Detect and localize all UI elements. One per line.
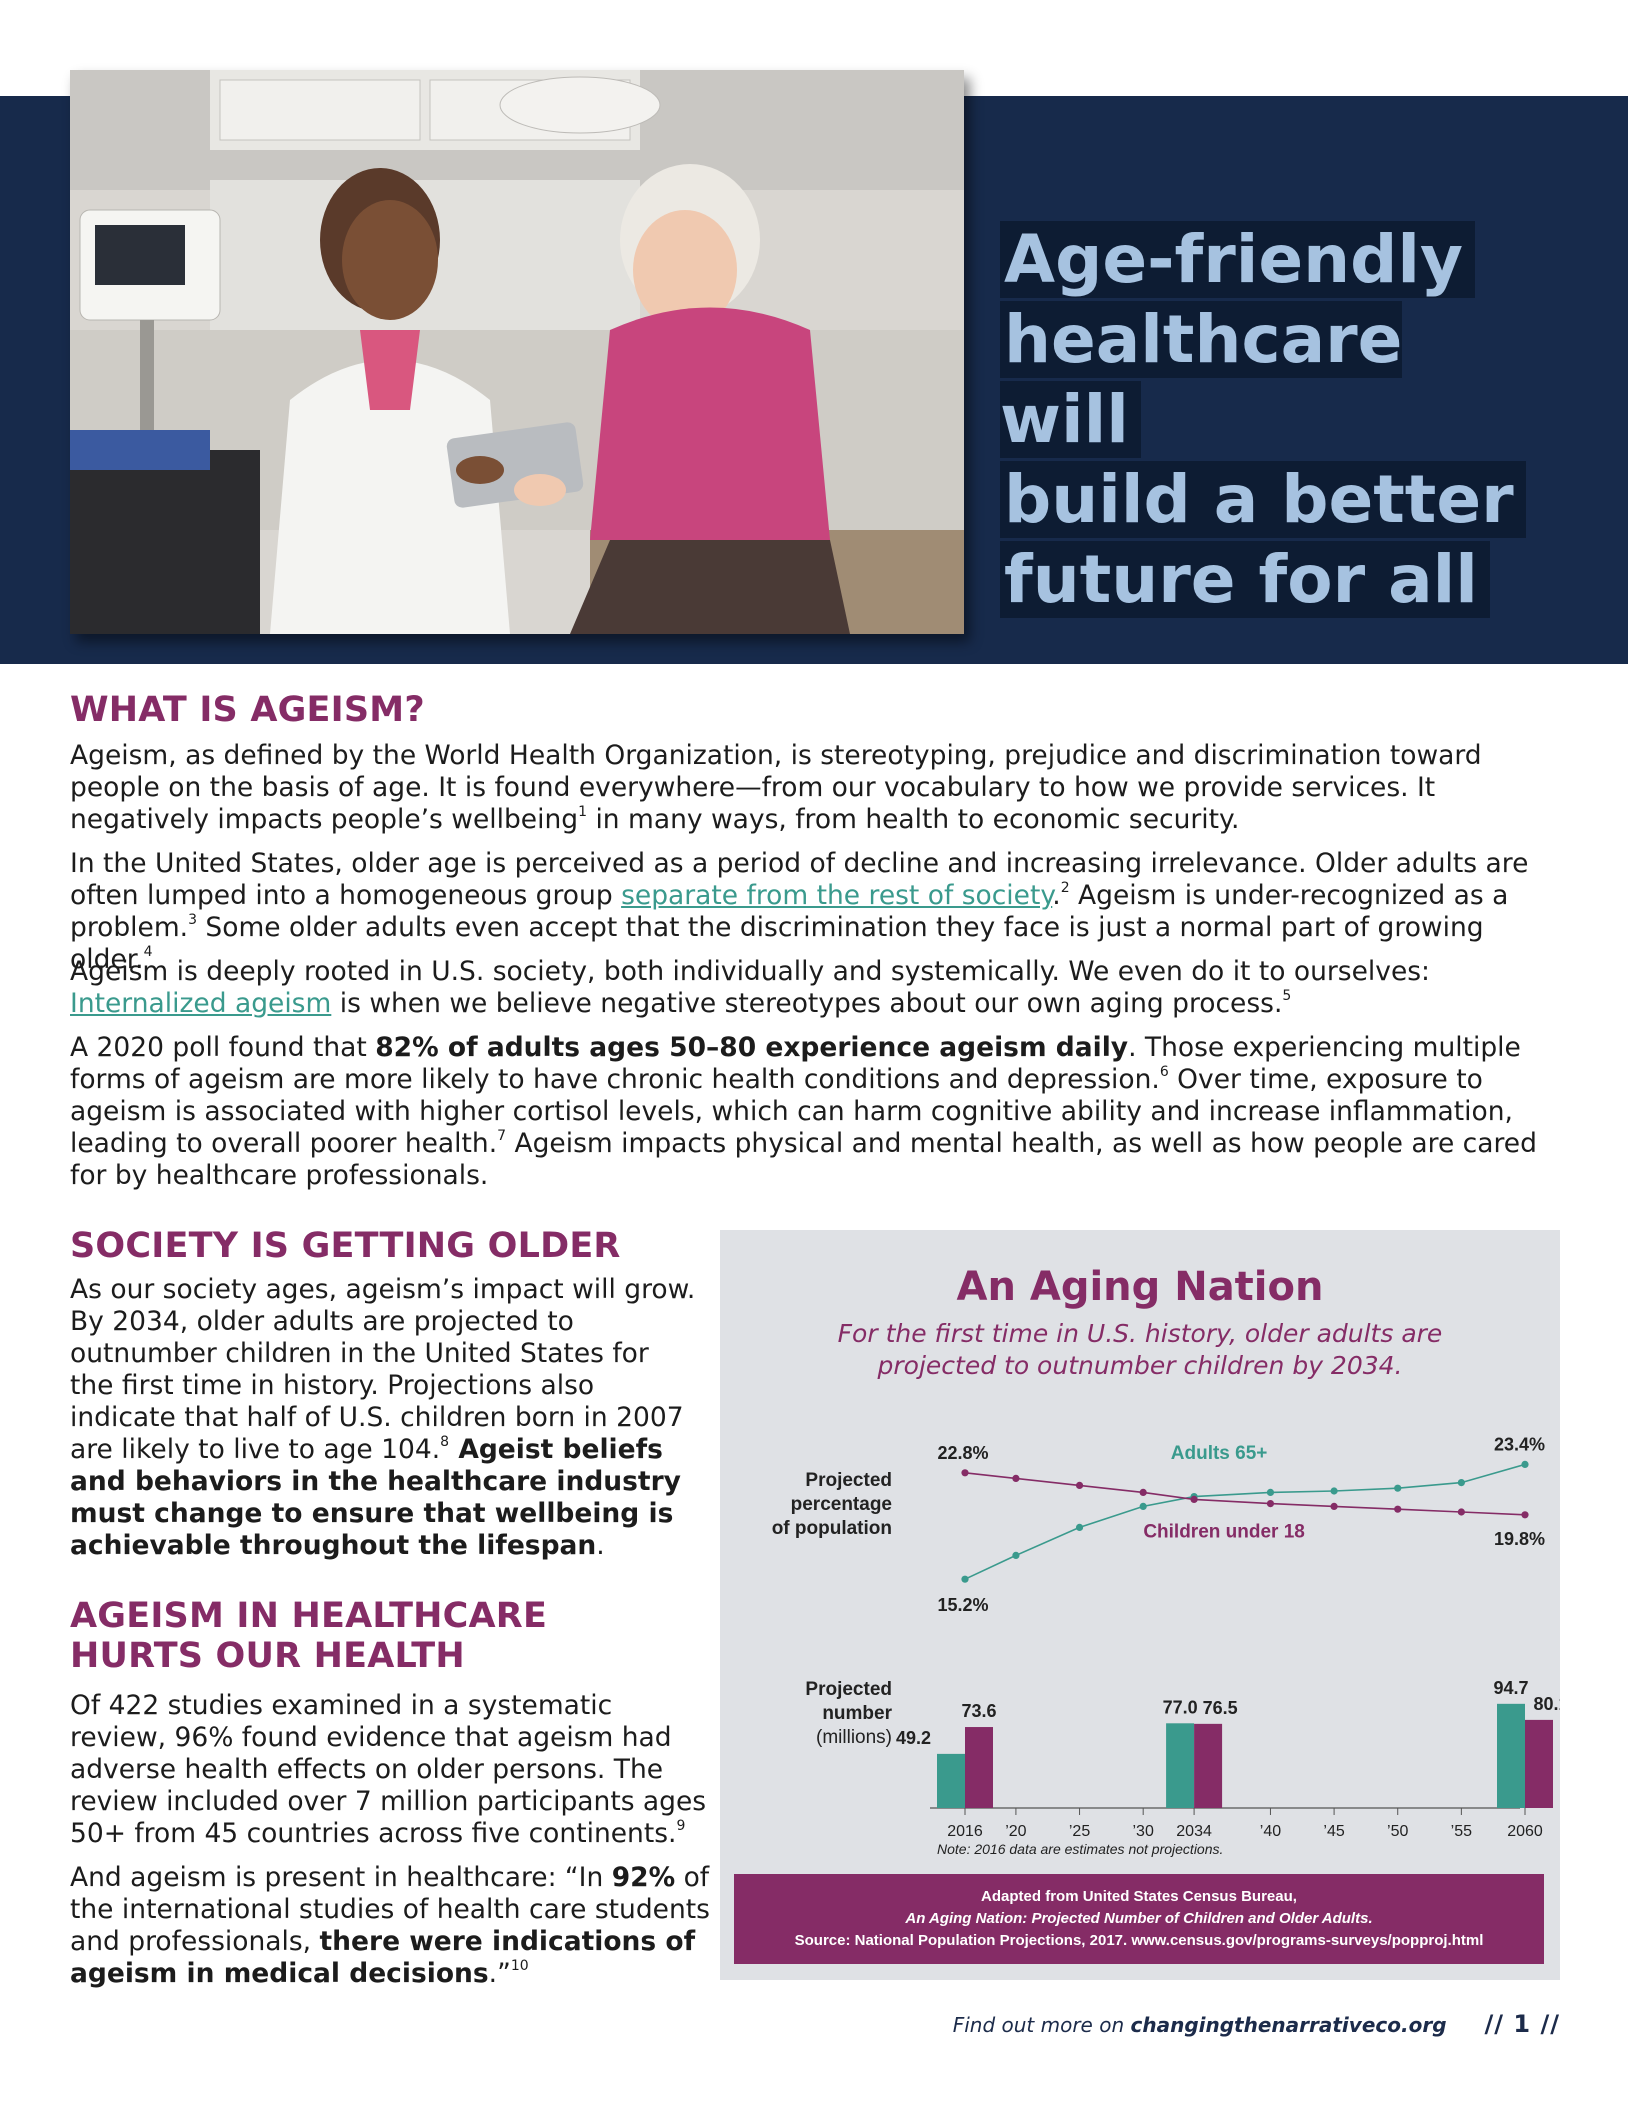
line-ylabel: percentage (791, 1494, 892, 1515)
bar-ylabel: Projected (805, 1679, 892, 1700)
adults-65-point (1521, 1460, 1529, 1468)
hero-title-line: healthcare will (1000, 301, 1403, 458)
adults-65-point (1266, 1488, 1275, 1496)
page-number: // 1 // (1484, 2010, 1560, 2038)
chart-plot-area: Projected percentage of population 23.4% 19.… (772, 1434, 1560, 1857)
line-ylabel: of population (772, 1518, 892, 1539)
source-line: Source: National Population Projections,… (794, 1932, 1484, 1949)
chart-source-box: Adapted from United States Census Bureau… (734, 1874, 1544, 1964)
hero-title-line: Age-friendly (1000, 221, 1476, 298)
footer: Find out more on changingthenarrativeco.… (953, 2010, 1560, 2038)
children-end-label: 19.8% (1494, 1529, 1545, 1549)
healthcare-hurts-heading: AGEISM IN HEALTHCARE HURTS OUR HEALTH (70, 1596, 548, 1676)
children-point (1190, 1495, 1198, 1503)
healthcare-hurts-paragraph-1: Of 422 studies examined in a systematic … (70, 1690, 707, 1849)
adults-bar-label: 49.2 (896, 1728, 931, 1748)
bar-axis-tick-label: 2016 (947, 1823, 983, 1840)
adults-bar (1497, 1703, 1525, 1808)
adults-65-point (1012, 1551, 1020, 1559)
bar-ylabel: (millions) (816, 1727, 892, 1748)
children-point (1075, 1481, 1084, 1489)
children-series-label: Children under 18 (1143, 1522, 1305, 1543)
children-bar (1194, 1723, 1223, 1808)
children-point (1139, 1488, 1147, 1496)
aging-nation-chart: An Aging Nation For the first time in U.… (720, 1230, 1560, 1980)
hero-photo-doctor-with-patient (70, 70, 964, 634)
adults-65-point (1075, 1523, 1084, 1531)
adults-65-point (1394, 1484, 1402, 1492)
adults-65-point (1139, 1502, 1147, 1510)
adults-65-point (961, 1575, 969, 1583)
hero-title-line: future for all (1000, 541, 1490, 618)
children-point (1330, 1502, 1338, 1510)
society-older-paragraph: As our society ages, ageism’s impact wil… (70, 1274, 696, 1561)
children-point (1394, 1505, 1402, 1513)
source-line: An Aging Nation: Projected Number of Chi… (905, 1910, 1373, 1927)
bar-axis-tick-label: ’50 (1387, 1823, 1408, 1840)
adults-65-point (1330, 1487, 1338, 1495)
what-is-ageism-heading: WHAT IS AGEISM? (70, 690, 425, 730)
footer-prefix: Find out more on (952, 2013, 1131, 2037)
bar-axis-tick-label: ’40 (1260, 1823, 1281, 1840)
bar-axis-tick-label: ’55 (1451, 1823, 1472, 1840)
children-point (961, 1469, 969, 1477)
bar-axis-tick-label: ’45 (1323, 1823, 1344, 1840)
what-is-ageism-paragraph-1: Ageism, as defined by the World Health O… (70, 740, 1482, 835)
children-bar-label: 73.6 (961, 1701, 996, 1721)
adults-bar-label: 77.0 (1163, 1697, 1198, 1717)
hero-title: Age-friendly healthcare will build a bet… (1000, 220, 1560, 620)
adults-bar-label: 94.7 (1493, 1678, 1528, 1698)
bar-axis-tick-label: 2060 (1507, 1823, 1543, 1840)
what-is-ageism-paragraph-3: Ageism is deeply rooted in U.S. society,… (70, 956, 1430, 1019)
adults-bar (1166, 1723, 1195, 1808)
bar-axis-tick-label: ’25 (1069, 1823, 1090, 1840)
children-bar-label: 76.5 (1203, 1698, 1238, 1718)
society-older-heading: SOCIETY IS GETTING OLDER (70, 1226, 621, 1266)
adults-end-label: 23.4% (1494, 1434, 1545, 1454)
healthcare-hurts-paragraph-2: And ageism is present in healthcare: “In… (70, 1862, 710, 1989)
children-point (1521, 1511, 1529, 1519)
children-point (1012, 1474, 1020, 1482)
what-is-ageism-paragraph-4: A 2020 poll found that 82% of adults age… (70, 1032, 1537, 1191)
bar-axis-tick-label: ’30 (1133, 1823, 1154, 1840)
children-point (1266, 1500, 1275, 1508)
source-line: Adapted from United States Census Bureau… (981, 1888, 1297, 1905)
adults-bar (937, 1753, 965, 1808)
line-ylabel: Projected (805, 1470, 892, 1491)
children-bar-label: 80.1 (1533, 1694, 1560, 1714)
footer-site-link[interactable]: changingthenarrativeco.org (1131, 2013, 1447, 2037)
adults-65-series-label: Adults 65+ (1171, 1443, 1268, 1464)
adults-start-label: 15.2% (937, 1595, 988, 1615)
bar-note: Note: 2016 data are estimates not projec… (937, 1841, 1223, 1857)
internalized-ageism-link[interactable]: Internalized ageism (70, 988, 331, 1019)
bar-axis-tick-label: ’20 (1005, 1823, 1026, 1840)
children-bar (965, 1727, 993, 1808)
children-point (1457, 1508, 1465, 1516)
hero-title-line: build a better (1000, 461, 1526, 538)
separate-from-society-link[interactable]: separate from the rest of society (621, 880, 1052, 911)
bar-ylabel: number (822, 1703, 892, 1724)
children-bar (1525, 1719, 1553, 1808)
children-start-label: 22.8% (937, 1443, 988, 1463)
bar-axis-tick-label: 2034 (1176, 1823, 1212, 1840)
adults-65-point (1457, 1479, 1465, 1487)
